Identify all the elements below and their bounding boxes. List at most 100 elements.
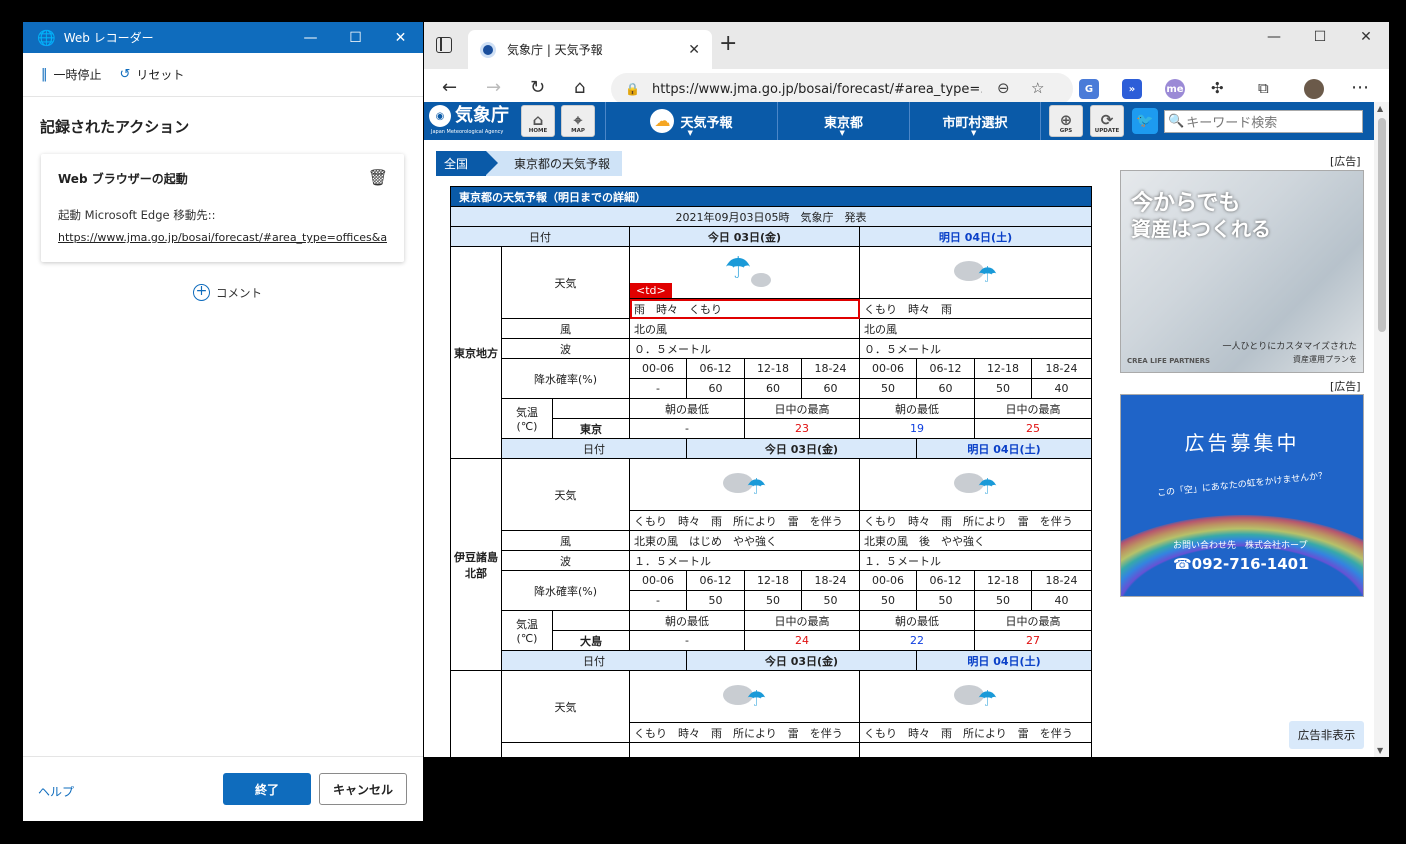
translate-extension-icon[interactable]: G bbox=[1079, 79, 1099, 99]
breadcrumb-home[interactable]: 全国 bbox=[432, 151, 498, 176]
crosshair-icon: ⊕ bbox=[1059, 111, 1073, 129]
maximize-button[interactable]: ☐ bbox=[333, 22, 378, 53]
refresh-icon[interactable]: ↻ bbox=[530, 77, 545, 99]
finish-button[interactable]: 終了 bbox=[223, 773, 311, 805]
today-low: - bbox=[629, 418, 745, 439]
period-cell: 06-12 bbox=[916, 570, 975, 591]
day-high-label: 日中の最高 bbox=[744, 610, 860, 631]
weather-icon-cell: ☂ bbox=[629, 458, 860, 511]
weather-icon-cell: ☂ bbox=[858, 458, 1093, 511]
cloud-then-rain-icon: ☂ bbox=[952, 251, 1000, 291]
date-header: 日付 bbox=[501, 438, 687, 459]
lock-icon[interactable]: 🔒 bbox=[625, 82, 640, 96]
menu-city-select[interactable]: 市町村選択 ▼ bbox=[909, 102, 1041, 140]
web-recorder-window: 🌐 Web レコーダー — ☐ ✕ ‖ 一時停止 ↺ リセット 記録されたアクシ… bbox=[23, 22, 423, 821]
hide-ads-button[interactable]: 広告非表示 bbox=[1289, 721, 1364, 749]
weather-sun-cloud-icon: ☁ bbox=[650, 109, 675, 133]
ad-label: [広告] bbox=[1330, 380, 1361, 393]
menu-prefecture[interactable]: 東京都 ▼ bbox=[777, 102, 909, 140]
ad-banner-recruit[interactable]: 広告募集中 この「空」にあなたの虹をかけませんか？ お問い合わせ先 株式会社ホー… bbox=[1120, 394, 1364, 597]
forward-icon[interactable]: → bbox=[486, 77, 501, 99]
profile-avatar[interactable] bbox=[1304, 79, 1324, 99]
gps-label: GPS bbox=[1059, 128, 1073, 134]
weather-label: 天気 bbox=[501, 670, 630, 743]
today-header: 今日 03日(金) bbox=[686, 438, 917, 459]
close-button[interactable]: ✕ bbox=[378, 22, 423, 53]
add-favorite-icon[interactable]: ☆ bbox=[1031, 79, 1044, 97]
menu-forecast[interactable]: ☁ 天気予報 ▼ bbox=[605, 102, 777, 140]
help-link[interactable]: ヘルプ bbox=[38, 783, 74, 800]
extension-me-icon[interactable]: me bbox=[1165, 79, 1185, 99]
more-menu-icon[interactable]: ⋯ bbox=[1351, 77, 1369, 99]
weather-label: 天気 bbox=[501, 246, 630, 319]
pop-cell: 40 bbox=[1030, 378, 1093, 399]
period-cell: 00-06 bbox=[629, 358, 687, 379]
pause-icon: ‖ bbox=[41, 67, 48, 82]
extension-arrow-icon[interactable]: » bbox=[1122, 79, 1142, 99]
tomorrow-weather-text: くもり 時々 雨 所により 雷 を伴う bbox=[858, 722, 1093, 743]
menu-pref-arrow-icon: ▼ bbox=[839, 129, 845, 137]
station-name: 東京 bbox=[552, 418, 630, 439]
pause-button[interactable]: ‖ 一時停止 bbox=[41, 66, 102, 83]
recorder-titlebar: 🌐 Web レコーダー — ☐ ✕ bbox=[23, 22, 423, 53]
browser-minimize-button[interactable]: — bbox=[1251, 22, 1297, 52]
tab-close-icon[interactable]: ✕ bbox=[688, 42, 700, 58]
update-button[interactable]: ⟳ UPDATE bbox=[1090, 105, 1124, 137]
menu-forecast-arrow-icon: ▼ bbox=[687, 129, 693, 137]
jma-logo[interactable]: ◉ 気象庁 Japan Meteorological Agency bbox=[429, 105, 509, 135]
tab-actions-icon[interactable] bbox=[436, 37, 452, 53]
jma-site-header: ◉ 気象庁 Japan Meteorological Agency ⌂ HOME… bbox=[424, 102, 1374, 140]
temp-label-text: 気温 bbox=[516, 618, 538, 631]
tomorrow-weather-text: くもり 時々 雨 所により 雷 を伴う bbox=[858, 510, 1093, 531]
new-tab-button[interactable]: + bbox=[719, 33, 737, 55]
cancel-button[interactable]: キャンセル bbox=[319, 773, 407, 805]
active-tab[interactable]: 気象庁 | 天気予報 ✕ bbox=[468, 30, 712, 69]
action-url[interactable]: https://www.jma.go.jp/bosai/forecast/#ar… bbox=[58, 231, 387, 244]
minimize-button[interactable]: — bbox=[288, 22, 333, 53]
today-wind: 北東の風 はじめ やや強く bbox=[629, 530, 860, 551]
add-comment-button[interactable]: + コメント bbox=[193, 284, 262, 301]
scrollbar-thumb[interactable] bbox=[1378, 118, 1386, 332]
reset-button[interactable]: ↺ リセット bbox=[120, 66, 185, 83]
pop-cell: 50 bbox=[744, 590, 802, 611]
pop-label: 降水確率(%) bbox=[501, 570, 630, 611]
zoom-icon[interactable]: ⊖ bbox=[997, 79, 1010, 97]
tab-title: 気象庁 | 天気予報 bbox=[507, 43, 603, 57]
today-weather-text[interactable]: 雨 時々 くもり bbox=[629, 298, 860, 319]
recorder-title: Web レコーダー bbox=[63, 31, 154, 45]
browser-maximize-button[interactable]: ☐ bbox=[1297, 22, 1343, 52]
tomorrow-header: 明日 04日(土) bbox=[915, 438, 1093, 459]
map-button[interactable]: ⌖ MAP bbox=[561, 105, 595, 137]
recorder-toolbar: ‖ 一時停止 ↺ リセット bbox=[23, 53, 423, 97]
ad2-title: 広告募集中 bbox=[1184, 431, 1300, 455]
home-button[interactable]: ⌂ HOME bbox=[521, 105, 555, 137]
umbrella-icon: ☂ bbox=[746, 687, 767, 712]
scroll-up-icon[interactable]: ▲ bbox=[1377, 104, 1383, 113]
temp-blank-cell bbox=[552, 398, 630, 419]
forecast-caption: 東京都の天気予報（明日までの詳細） bbox=[449, 186, 1093, 207]
address-bar[interactable]: 🔒 https://www.jma.go.jp/bosai/forecast/#… bbox=[611, 73, 1073, 105]
jma-favicon-icon bbox=[480, 41, 496, 58]
today-wind bbox=[629, 742, 860, 757]
home-icon[interactable]: ⌂ bbox=[574, 77, 585, 99]
trash-icon[interactable]: 🗑 bbox=[368, 168, 388, 187]
back-icon[interactable]: ← bbox=[442, 77, 457, 99]
scroll-down-icon[interactable]: ▼ bbox=[1377, 746, 1383, 755]
browser-close-button[interactable]: ✕ bbox=[1343, 22, 1389, 52]
wind-label: 風 bbox=[501, 318, 630, 339]
today-header: 今日 03日(金) bbox=[629, 226, 860, 247]
cloud-then-rain-icon: ☂ bbox=[952, 675, 1000, 715]
pop-cell: 40 bbox=[1030, 590, 1093, 611]
action-card[interactable]: Web ブラウザーの起動 🗑 起動 Microsoft Edge 移動先:: h… bbox=[41, 154, 404, 262]
twitter-icon[interactable]: 🐦 bbox=[1132, 108, 1158, 134]
site-search-input[interactable]: 🔍 キーワード検索 bbox=[1164, 110, 1363, 133]
search-placeholder: キーワード検索 bbox=[1186, 116, 1278, 131]
collections-icon[interactable]: ⧉ bbox=[1258, 77, 1269, 99]
url-text[interactable]: https://www.jma.go.jp/bosai/forecast/#ar… bbox=[652, 82, 982, 97]
morning-low-label: 朝の最低 bbox=[859, 610, 975, 631]
page-scrollbar[interactable]: ▲ ▼ bbox=[1374, 102, 1389, 757]
ad1-sub-1: 一人ひとりにカスタマイズされた bbox=[1222, 342, 1357, 352]
extensions-puzzle-icon[interactable]: ✣ bbox=[1211, 77, 1224, 99]
gps-button[interactable]: ⊕ GPS bbox=[1049, 105, 1083, 137]
ad-banner-asset[interactable]: 今からでも 資産はつくれる 一人ひとりにカスタマイズされた 資産運用プランを C… bbox=[1120, 170, 1364, 373]
